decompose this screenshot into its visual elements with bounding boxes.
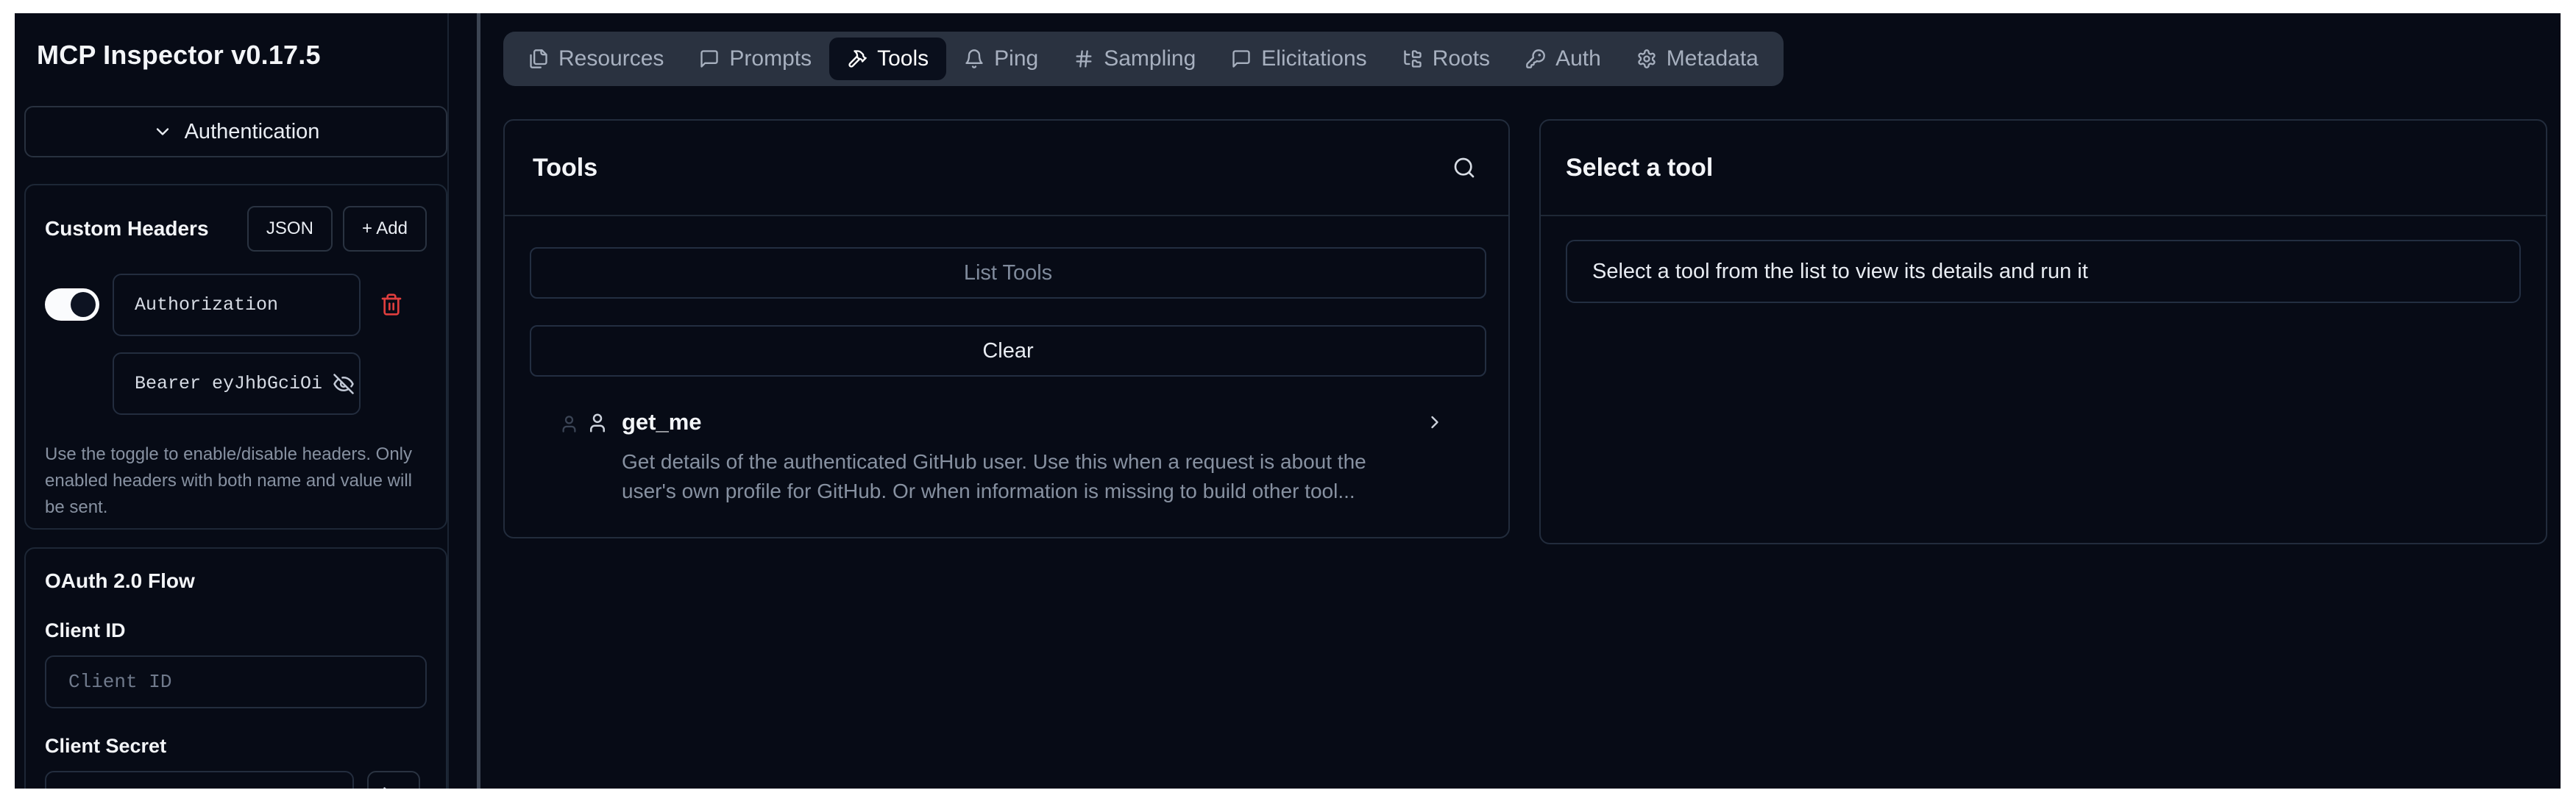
tab-ping[interactable]: Ping	[946, 38, 1056, 80]
header-name-input[interactable]: Authorization	[113, 274, 361, 336]
header-row: Authorization Bearer eyJhbGciOi	[45, 274, 427, 415]
tools-panel: Tools List Tools Clear get_me	[503, 119, 1510, 538]
client-id-label: Client ID	[45, 619, 427, 642]
client-secret-label: Client Secret	[45, 735, 427, 758]
empty-state-message: Select a tool from the list to view its …	[1566, 240, 2521, 303]
tool-description: Get details of the authenticated GitHub …	[622, 447, 1420, 506]
header-value-input[interactable]: Bearer eyJhbGciOi	[113, 352, 361, 415]
user-icon	[586, 412, 608, 506]
app-window: MCP Inspector v0.17.5 Authentication Cus…	[15, 13, 2561, 789]
header-value-text: Bearer eyJhbGciOi	[135, 373, 322, 394]
tab-tools[interactable]: Tools	[829, 38, 946, 80]
trash-icon	[380, 293, 403, 316]
reveal-secret-button[interactable]	[367, 771, 420, 789]
message-square-icon	[1231, 49, 1252, 69]
list-tools-button[interactable]: List Tools	[530, 247, 1486, 299]
custom-headers-title: Custom Headers	[45, 217, 209, 241]
tool-detail-panel: Select a tool Select a tool from the lis…	[1539, 119, 2547, 544]
custom-headers-card: Custom Headers JSON + Add Authorization	[24, 184, 447, 530]
tool-list-item-get-me[interactable]: get_me Get details of the authenticated …	[530, 409, 1486, 506]
app-title: MCP Inspector v0.17.5	[37, 40, 321, 71]
chevron-right-icon	[1424, 412, 1445, 433]
authentication-section-toggle[interactable]: Authentication	[24, 106, 447, 157]
tab-metadata[interactable]: Metadata	[1619, 38, 1776, 80]
hammer-icon	[847, 49, 867, 69]
eye-off-icon[interactable]	[333, 373, 355, 395]
delete-header-button[interactable]	[380, 293, 403, 316]
toggle-knob	[71, 292, 96, 317]
client-secret-input[interactable]	[45, 771, 354, 789]
header-enabled-toggle[interactable]	[45, 288, 99, 321]
add-header-button[interactable]: + Add	[343, 206, 427, 252]
tab-elicitations[interactable]: Elicitations	[1213, 38, 1384, 80]
client-id-input[interactable]	[45, 655, 427, 708]
clear-button[interactable]: Clear	[530, 325, 1486, 377]
chevron-down-icon	[152, 121, 173, 142]
tab-sampling[interactable]: Sampling	[1056, 38, 1213, 80]
authentication-section-label: Authentication	[185, 120, 320, 144]
folder-tree-icon	[1402, 49, 1423, 69]
json-mode-button[interactable]: JSON	[247, 206, 333, 252]
oauth-card: OAuth 2.0 Flow Client ID Client Secret	[24, 547, 447, 789]
tools-panel-title: Tools	[533, 154, 597, 182]
headers-help-text: Use the toggle to enable/disable headers…	[45, 441, 416, 521]
sidebar: MCP Inspector v0.17.5 Authentication Cus…	[15, 13, 449, 789]
sidebar-resize-handle[interactable]	[477, 13, 480, 789]
search-icon[interactable]	[1452, 156, 1476, 179]
gear-icon	[1636, 49, 1657, 69]
bell-icon	[964, 49, 984, 69]
tab-auth[interactable]: Auth	[1508, 38, 1619, 80]
eye-off-icon	[383, 786, 405, 789]
tab-resources[interactable]: Resources	[511, 38, 681, 80]
key-icon	[1525, 49, 1546, 69]
tab-roots[interactable]: Roots	[1385, 38, 1508, 80]
tool-name: get_me	[622, 409, 1420, 435]
tab-prompts[interactable]: Prompts	[681, 38, 829, 80]
files-icon	[528, 49, 549, 69]
message-square-icon	[699, 49, 720, 69]
hash-icon	[1074, 49, 1094, 69]
user-icon-dim	[559, 414, 579, 506]
detail-panel-title: Select a tool	[1566, 154, 1713, 182]
main-nav-tabbar: Resources Prompts Tools Ping Sampling El…	[503, 32, 1784, 86]
oauth-title: OAuth 2.0 Flow	[45, 569, 427, 593]
header-name-value: Authorization	[135, 294, 278, 316]
